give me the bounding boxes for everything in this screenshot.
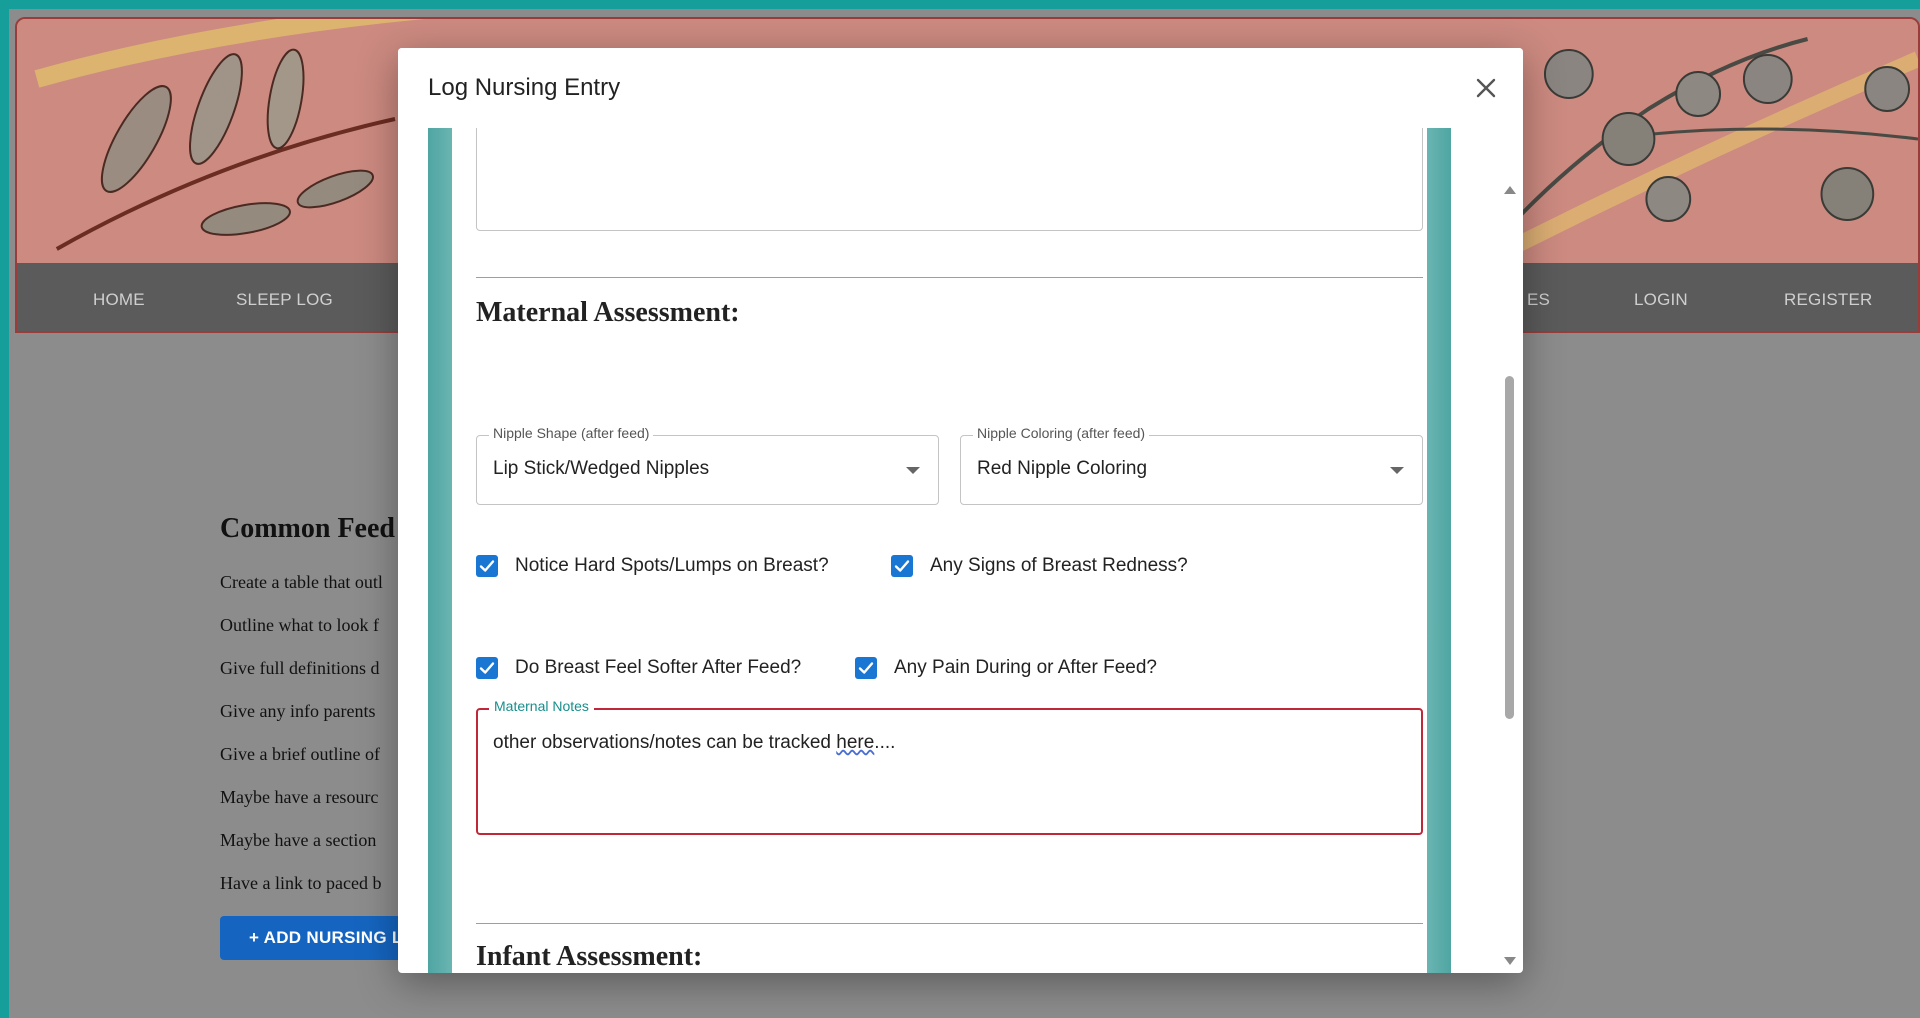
content-line: Have a link to paced b: [220, 873, 382, 893]
breast-softer-label: Do Breast Feel Softer After Feed?: [515, 657, 802, 678]
content-heading: Common Feed: [220, 513, 395, 544]
nipple-coloring-select[interactable]: Nipple Coloring (after feed) Red Nipple …: [960, 425, 1423, 505]
checkbox-row: Notice Hard Spots/Lumps on Breast? Any S…: [476, 552, 1423, 582]
dialog-title: Log Nursing Entry: [428, 74, 621, 101]
nav-item-register[interactable]: REGISTER: [1784, 290, 1873, 310]
maternal-notes-value: other observations/notes can be tracked …: [493, 732, 896, 753]
hard-spots-checkbox[interactable]: Notice Hard Spots/Lumps on Breast?: [476, 552, 876, 582]
content-line: Give any info parents: [220, 701, 376, 721]
nav-item-partial[interactable]: ES: [1527, 290, 1550, 310]
close-icon: [1476, 78, 1496, 98]
hard-spots-label: Notice Hard Spots/Lumps on Breast?: [515, 555, 829, 576]
form-frame: Maternal Assessment: Nipple Shape (after…: [428, 128, 1451, 973]
nipple-coloring-label: Nipple Coloring (after feed): [973, 425, 1150, 441]
infant-assessment-title: Infant Assessment:: [476, 941, 703, 972]
scroll-down-icon[interactable]: [1504, 957, 1516, 965]
maternal-notes-label: Maternal Notes: [489, 698, 594, 714]
checkbox-checked-icon[interactable]: [476, 657, 498, 679]
content-line: Maybe have a resourc: [220, 787, 379, 807]
nipple-shape-select[interactable]: Nipple Shape (after feed) Lip Stick/Wedg…: [476, 425, 939, 505]
chevron-down-icon: [906, 467, 920, 474]
pain-label: Any Pain During or After Feed?: [894, 657, 1157, 678]
dialog-header: Log Nursing Entry: [398, 48, 1523, 128]
divider: [476, 923, 1423, 924]
breast-redness-checkbox[interactable]: Any Signs of Breast Redness?: [891, 552, 1291, 582]
maternal-notes-textarea[interactable]: Maternal Notes other observations/notes …: [476, 698, 1423, 835]
nipple-shape-value: Lip Stick/Wedged Nipples: [493, 458, 710, 479]
checkbox-row: Do Breast Feel Softer After Feed? Any Pa…: [476, 654, 1423, 684]
nipple-shape-label: Nipple Shape (after feed): [489, 425, 654, 441]
chevron-down-icon: [1390, 467, 1404, 474]
nav-item-sleep-log[interactable]: SLEEP LOG: [236, 290, 333, 310]
nav-item-home[interactable]: HOME: [93, 290, 145, 310]
content-line: Give full definitions d: [220, 658, 380, 678]
checkbox-checked-icon[interactable]: [891, 555, 913, 577]
pain-checkbox[interactable]: Any Pain During or After Feed?: [855, 654, 1255, 684]
scroll-up-icon[interactable]: [1504, 186, 1516, 194]
breast-redness-label: Any Signs of Breast Redness?: [930, 555, 1188, 576]
content-line: Give a brief outline of: [220, 744, 380, 764]
scroll-thumb[interactable]: [1505, 376, 1514, 719]
dialog-scrollbar[interactable]: [1500, 128, 1518, 973]
checkbox-checked-icon[interactable]: [855, 657, 877, 679]
form-panel: Maternal Assessment: Nipple Shape (after…: [452, 128, 1427, 973]
content-line: Maybe have a section: [220, 830, 377, 850]
checkbox-checked-icon[interactable]: [476, 555, 498, 577]
dialog-body: Maternal Assessment: Nipple Shape (after…: [398, 128, 1523, 973]
content-line: Create a table that outl: [220, 572, 383, 592]
breast-softer-checkbox[interactable]: Do Breast Feel Softer After Feed?: [476, 654, 836, 684]
log-nursing-entry-dialog: Log Nursing Entry Maternal Assessment: N…: [398, 48, 1523, 973]
previous-notes-textarea[interactable]: [476, 128, 1423, 231]
nipple-coloring-value: Red Nipple Coloring: [977, 458, 1148, 479]
close-button[interactable]: [1468, 70, 1504, 106]
content-line: Outline what to look f: [220, 615, 379, 635]
maternal-assessment-title: Maternal Assessment:: [476, 297, 740, 328]
divider: [476, 277, 1423, 278]
nav-item-login[interactable]: LOGIN: [1634, 290, 1688, 310]
